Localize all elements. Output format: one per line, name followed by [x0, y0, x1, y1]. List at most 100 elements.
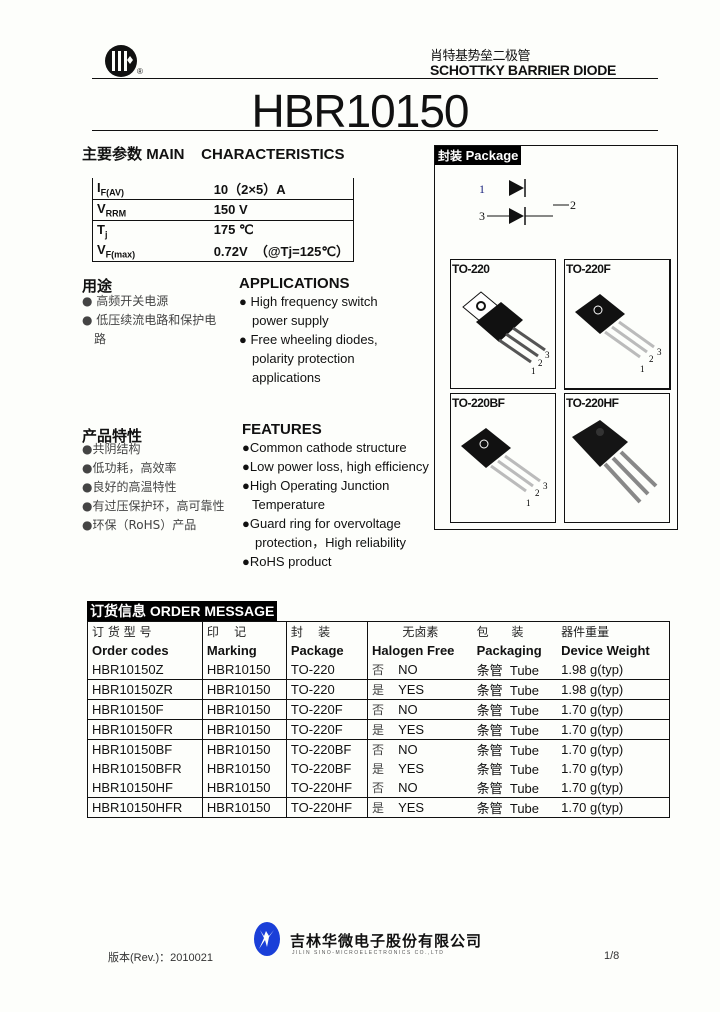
svg-text:2: 2 — [538, 358, 543, 368]
marking: HBR10150 — [201, 739, 287, 759]
halogen-free-en: NO — [398, 662, 418, 677]
packaging: 条管 Tube — [472, 719, 558, 740]
column-header: 无卤素 — [367, 621, 473, 641]
list-item: ●Guard ring for overvoltage — [242, 516, 401, 531]
device-weight: 1.98 g(typ) — [557, 679, 670, 700]
table-row: HBR10150Z HBR10150 TO-220 否 NO 条管 Tube 1.98 g(… — [88, 660, 670, 680]
package-name: TO-220 — [452, 262, 490, 276]
package-name: TO-220HF — [566, 396, 619, 410]
diode-schematic: 1 2 3 — [470, 172, 590, 237]
mc-row: Tj 175 ℃ — [91, 220, 354, 241]
order-code: HBR10150BF — [87, 739, 203, 759]
company-logo-icon — [104, 44, 138, 78]
package: TO-220F — [285, 719, 368, 740]
table-header-en: Order codes Marking Package Halogen Free… — [88, 641, 670, 660]
halogen-free-en: YES — [398, 722, 425, 737]
pin-label-1: 1 — [479, 182, 485, 196]
footer-logo-icon — [252, 921, 282, 962]
list-item: power supply — [252, 313, 329, 328]
halogen-free-en: NO — [398, 780, 418, 795]
svg-text:2: 2 — [649, 354, 654, 364]
packaging: 条管 Tube — [472, 699, 558, 720]
device-weight: 1.70 g(typ) — [561, 780, 624, 795]
mc-value: 175 ℃ — [209, 220, 354, 241]
main-characteristics-table: IF(AV) 10（2×5）A VRRM 150 V Tj 175 ℃ VF(m… — [91, 178, 354, 262]
halogen-free: 是 YES — [367, 759, 473, 778]
order-code: HBR10150FR — [87, 719, 203, 740]
halogen-free: 否 NO — [367, 660, 473, 680]
table-row: HBR10150BFR HBR10150 TO-220BF 是 YES 条管 Tube 1.… — [88, 759, 670, 778]
mc-symbol: VF(max) — [91, 240, 210, 262]
list-item: ● Free wheeling diodes, — [239, 332, 378, 347]
list-item: ●Common cathode structure — [242, 440, 407, 455]
halogen-free: 否 NO — [367, 739, 473, 759]
package: TO-220BF — [285, 739, 368, 759]
device-weight: 1.70 g(typ) — [561, 761, 624, 776]
halogen-free-cn: 否 — [372, 781, 385, 795]
package-to-220hf: TO-220HF — [564, 393, 670, 523]
list-item: ●有过压保护环，高可靠性 — [82, 499, 225, 513]
order-code: HBR10150BFR — [92, 761, 182, 776]
device-weight: 1.70 g(typ) — [557, 739, 670, 759]
marking: HBR10150 — [201, 719, 287, 740]
order-code: HBR10150HFR — [87, 797, 203, 818]
package: TO-220BF — [285, 759, 368, 778]
halogen-free-en: YES — [398, 682, 425, 697]
marking: HBR10150 — [201, 797, 287, 818]
pin-label-2: 2 — [570, 198, 576, 212]
heading-cn: 主要参数 — [82, 146, 143, 163]
applications-heading-en: APPLICATIONS — [239, 275, 350, 292]
list-item: ● 高频开关电源 — [82, 294, 169, 308]
to-220hf-image — [572, 420, 658, 504]
mc-symbol: VRRM — [91, 199, 210, 221]
registered-mark: ® — [137, 67, 143, 76]
svg-text:3: 3 — [545, 350, 550, 360]
list-item: protection，High reliability — [255, 535, 407, 550]
packaging: 条管 Tube — [472, 797, 558, 818]
heading-en: MAIN CHARACTERISTICS — [146, 146, 345, 163]
device-weight: 1.70 g(typ) — [557, 797, 670, 818]
table-row: HBR10150ZR HBR10150 TO-220 是 YES 条管 Tube 1.98 … — [87, 679, 670, 700]
order-table: 订 货 型 号 印 记 封 装 无卤素 包 装 器件重量 Order codes… — [87, 621, 670, 818]
features-list-cn: ●共阴结构 ●低功耗，高效率 ●良好的高温特性 ●有过压保护环，高可靠性 ●环保… — [82, 440, 225, 535]
svg-text:1: 1 — [640, 364, 645, 374]
column-header: Order codes — [92, 643, 169, 658]
list-item: ● High frequency switch — [239, 294, 378, 309]
marking: HBR10150 — [201, 759, 287, 778]
halogen-free-cn: 是 — [372, 801, 385, 815]
column-header: 印 记 — [201, 621, 287, 641]
order-code: HBR10150F — [87, 699, 203, 720]
package: TO-220 — [285, 660, 368, 680]
list-item: ● 低压续流电路和保护电 — [82, 313, 217, 327]
column-header: Halogen Free — [367, 641, 473, 660]
header-divider — [92, 78, 658, 79]
halogen-free: 否 NO — [367, 699, 473, 720]
list-item: ●Low power loss, high efficiency — [242, 459, 429, 474]
company-name-cn: 吉林华微电子股份有限公司 — [290, 932, 483, 950]
table-row: HBR10150F HBR10150 TO-220F 否 NO 条管 Tube 1.70 g… — [87, 699, 670, 720]
list-item: polarity protection — [252, 351, 355, 366]
applications-list-cn: ● 高频开关电源 ● 低压续流电路和保护电 路 — [82, 292, 216, 349]
table-header-cn: 订 货 型 号 印 记 封 装 无卤素 包 装 器件重量 — [87, 621, 670, 641]
column-header: Packaging — [476, 643, 542, 658]
package-to-220f: TO-220F 1 2 3 — [564, 259, 671, 390]
halogen-free-en: NO — [398, 702, 418, 717]
main-characteristics-heading: 主要参数 MAIN CHARACTERISTICS — [82, 143, 345, 164]
package: TO-220 — [285, 679, 368, 700]
package-name: TO-220BF — [452, 396, 505, 410]
package-heading: 封装 Package — [435, 146, 522, 165]
svg-text:1: 1 — [531, 366, 536, 376]
package: TO-220HF — [285, 797, 368, 818]
halogen-free-cn: 否 — [372, 663, 385, 677]
to-220f-image: 1 2 3 — [575, 294, 662, 374]
order-code: HBR10150HF — [92, 780, 173, 795]
mc-row: VRRM 150 V — [91, 199, 354, 221]
mc-symbol: Tj — [91, 220, 210, 241]
list-item: ●RoHS product — [242, 554, 332, 569]
list-item: 路 — [94, 332, 107, 346]
device-weight: 1.70 g(typ) — [557, 719, 670, 740]
table-row: HBR10150FR HBR10150 TO-220F 是 YES 条管 Tube 1.70… — [87, 719, 670, 740]
mc-symbol: IF(AV) — [91, 178, 210, 200]
svg-text:3: 3 — [657, 347, 662, 357]
halogen-free-cn: 否 — [372, 703, 385, 717]
